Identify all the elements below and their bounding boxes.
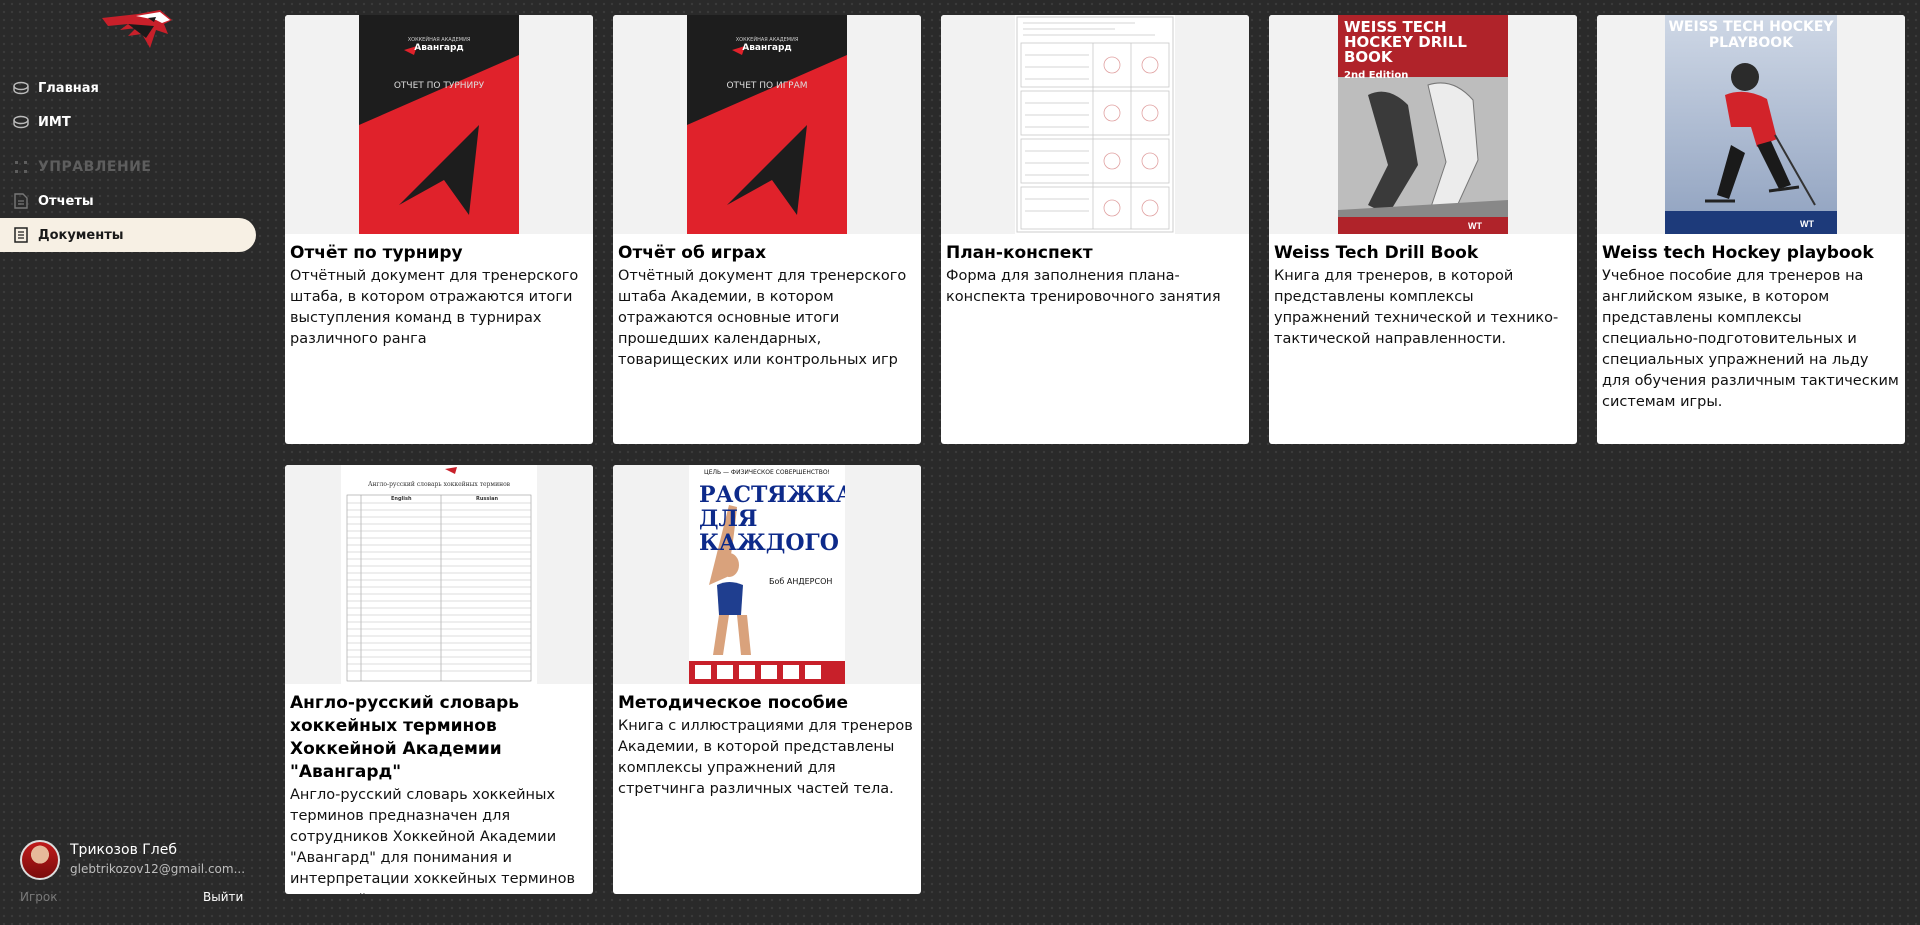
nav-section-management: УПРАВЛЕНИЕ <box>13 156 151 178</box>
document-description: Форма для заполнения плана-конспекта тре… <box>946 268 1221 305</box>
cover-area: ХОККЕЙНАЯ АКАДЕМИЯ Авангард ОТЧЕТ ПО ТУРН… <box>285 15 593 234</box>
document-icon <box>13 193 29 209</box>
dictionary-table-art <box>346 467 532 682</box>
document-title[interactable]: Англо-русский словарь хоккейных терминов… <box>285 684 593 784</box>
puck-icon <box>13 80 29 96</box>
nav-item-reports[interactable]: Отчеты <box>0 184 256 218</box>
document-cover: ХОККЕЙНАЯ АКАДЕМИЯ Авангард ОТЧЕТ ПО ТУРН… <box>359 15 519 234</box>
nav-item-label: Документы <box>38 227 124 243</box>
sidebar: Главная ИМТ УПРАВЛЕНИЕ Отчеты Документы … <box>0 0 270 925</box>
document-title[interactable]: Отчёт по турниру <box>285 234 593 265</box>
cover-col2: Russian <box>476 496 499 502</box>
document-card[interactable]: WT WEISS TECH HOCKEY PLAYBOOK Weiss tech… <box>1597 15 1905 444</box>
document-title[interactable]: Методическое пособие <box>613 684 921 715</box>
cover-title: WEISS TECH HOCKEY DRILL BOOK 2nd Edition <box>1338 15 1508 81</box>
cover-title: WEISS TECH HOCKEY PLAYBOOK <box>1668 19 1834 51</box>
svg-text:WT: WT <box>1468 221 1482 231</box>
cover-title: ОТЧЕТ ПО ИГРАМ <box>726 81 808 91</box>
document-description: Учебное пособие для тренеров на английск… <box>1602 268 1899 410</box>
nav-item-label: Главная <box>38 80 99 96</box>
svg-text:WT: WT <box>1800 219 1814 229</box>
grid-dots-icon <box>13 159 29 175</box>
user-role: Игрок <box>20 890 58 904</box>
document-description: Книга для тренеров, в которой представле… <box>1274 268 1559 347</box>
cover-area <box>941 15 1249 234</box>
document-card[interactable]: ХОККЕЙНАЯ АКАДЕМИЯ Авангард ОТЧЕТ ПО ТУРН… <box>285 15 593 444</box>
document-cover: Англо-русский словарь хоккейных терминов… <box>341 465 537 684</box>
document-card[interactable]: ЦЕЛЬ — ФИЗИЧЕСКОЕ СОВЕРШЕНСТВО! РАСТЯЖКА… <box>613 465 921 894</box>
document-description: Англо-русский словарь хоккейных терминов… <box>290 787 576 894</box>
cover-area: ХОККЕЙНАЯ АКАДЕМИЯ Авангард ОТЧЕТ ПО ИГРА… <box>613 15 921 234</box>
cover-area: Англо-русский словарь хоккейных терминов… <box>285 465 593 684</box>
plan-form-art <box>1016 16 1174 233</box>
user-panel: Трикозов Глеб glebtrikozov12@gmail.com..… <box>20 840 245 910</box>
nav-item-label: ИМТ <box>38 114 71 130</box>
document-cover: ХОККЕЙНАЯ АКАДЕМИЯ Авангард ОТЧЕТ ПО ИГРА… <box>687 15 847 234</box>
document-list-icon <box>13 227 29 243</box>
document-card[interactable]: ХОККЕЙНАЯ АКАДЕМИЯ Авангард ОТЧЕТ ПО ИГРА… <box>613 15 921 444</box>
cover-title: ОТЧЕТ ПО ТУРНИРУ <box>393 81 485 91</box>
document-cover: ЦЕЛЬ — ФИЗИЧЕСКОЕ СОВЕРШЕНСТВО! РАСТЯЖКА… <box>689 465 845 684</box>
nav-item-label: Отчеты <box>38 193 94 209</box>
document-title[interactable]: План-конспект <box>941 234 1249 265</box>
nav-section-label: УПРАВЛЕНИЕ <box>38 159 152 175</box>
avangard-logo[interactable] <box>98 8 178 54</box>
cover-area: ЦЕЛЬ — ФИЗИЧЕСКОЕ СОВЕРШЕНСТВО! РАСТЯЖКА… <box>613 465 921 684</box>
cover-area: WT WEISS TECH HOCKEY PLAYBOOK <box>1597 15 1905 234</box>
user-name: Трикозов Глеб <box>70 842 178 858</box>
nav-item-documents[interactable]: Документы <box>0 218 256 252</box>
cover-title: РАСТЯЖКА ДЛЯ КАЖДОГО <box>699 482 845 556</box>
document-card[interactable]: Англо-русский словарь хоккейных терминов… <box>285 465 593 894</box>
document-title[interactable]: Отчёт об играх <box>613 234 921 265</box>
user-email: glebtrikozov12@gmail.com... <box>70 862 246 876</box>
cover-brand: ХОККЕЙНАЯ АКАДЕМИЯ Авангард <box>735 37 799 53</box>
logout-button[interactable]: Выйти <box>203 890 243 904</box>
nav-item-home[interactable]: Главная <box>0 71 256 105</box>
document-cover: WT WEISS TECH HOCKEY DRILL BOOK 2nd Editi… <box>1338 15 1508 234</box>
cover-author: Боб АНДЕРСОН <box>769 577 833 586</box>
cover-col1: English <box>391 496 412 502</box>
document-description: Отчётный документ для тренерского штаба … <box>618 268 907 368</box>
document-cover: WT WEISS TECH HOCKEY PLAYBOOK <box>1665 15 1837 234</box>
cover-brand: ХОККЕЙНАЯ АКАДЕМИЯ Авангард <box>407 37 471 53</box>
cover-area: WT WEISS TECH HOCKEY DRILL BOOK 2nd Editi… <box>1269 15 1577 234</box>
document-card[interactable]: WT WEISS TECH HOCKEY DRILL BOOK 2nd Editi… <box>1269 15 1577 444</box>
puck-icon <box>13 114 29 130</box>
nav-item-imt[interactable]: ИМТ <box>0 105 256 139</box>
cover-title: Англо-русский словарь хоккейных терминов <box>367 481 511 488</box>
document-card[interactable]: План-конспект Форма для заполнения плана… <box>941 15 1249 444</box>
document-cover <box>1015 15 1175 234</box>
document-description: Книга с иллюстрациями для тренеров Акаде… <box>618 718 913 797</box>
avatar[interactable] <box>20 840 60 880</box>
document-description: Отчётный документ для тренерского штаба,… <box>290 268 579 347</box>
document-title[interactable]: Weiss tech Hockey playbook <box>1597 234 1905 265</box>
cover-top-text: ЦЕЛЬ — ФИЗИЧЕСКОЕ СОВЕРШЕНСТВО! <box>704 469 830 476</box>
document-title[interactable]: Weiss Tech Drill Book <box>1269 234 1577 265</box>
